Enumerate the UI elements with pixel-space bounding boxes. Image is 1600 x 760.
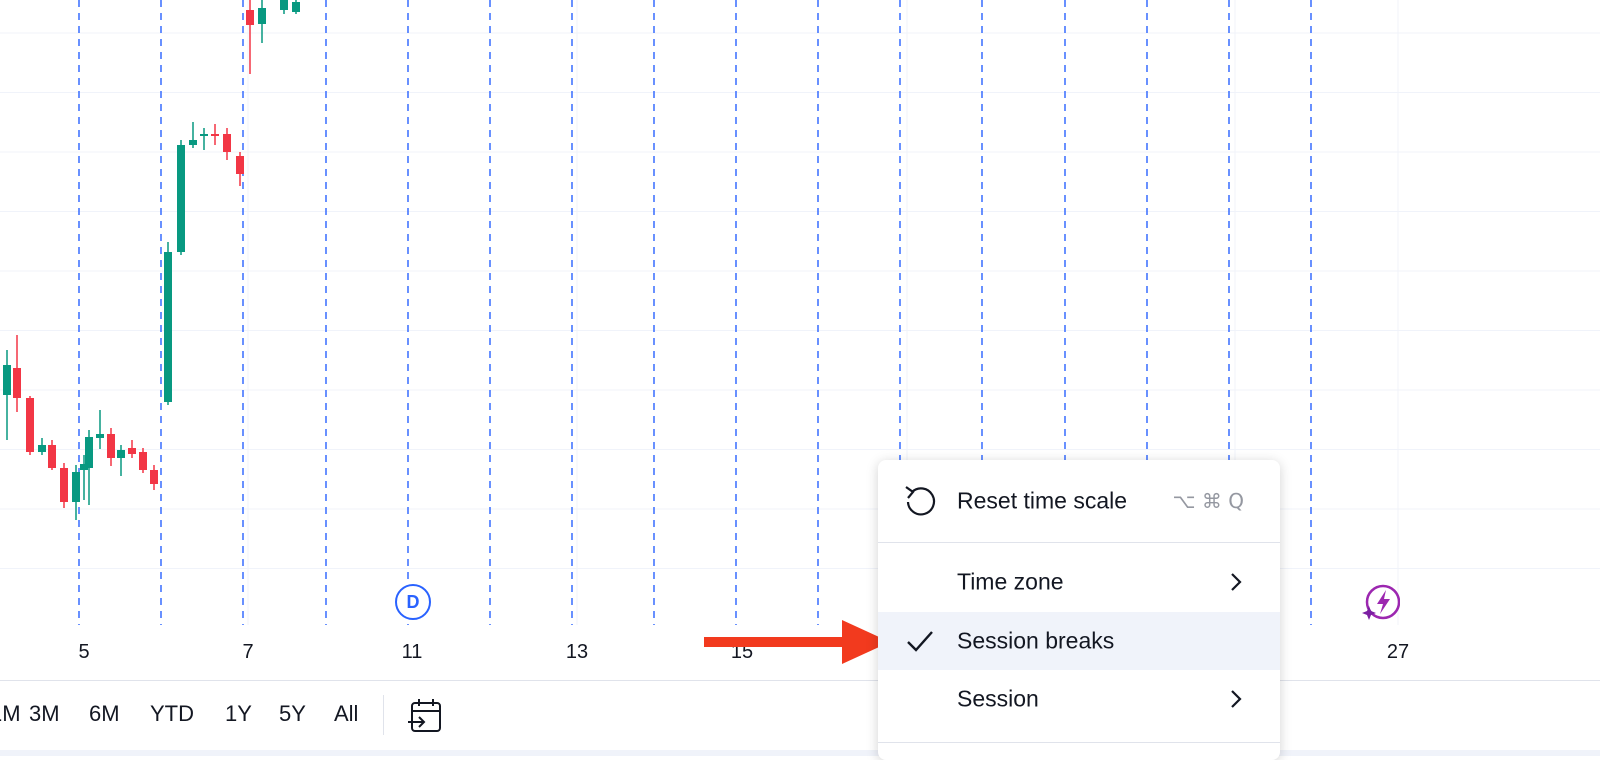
candle-body bbox=[117, 450, 125, 458]
candle-body bbox=[72, 472, 80, 502]
candle-body bbox=[38, 445, 46, 452]
dividend-badge-letter: D bbox=[406, 591, 420, 612]
chevron-right-icon bbox=[1231, 690, 1242, 708]
candle-body bbox=[292, 2, 300, 12]
range-all-button[interactable]: All bbox=[334, 701, 358, 727]
chart-grid bbox=[0, 0, 1600, 625]
range-1y-button[interactable]: 1Y bbox=[225, 701, 252, 727]
reset-icon bbox=[905, 486, 936, 516]
range-5y-button[interactable]: 5Y bbox=[279, 701, 306, 727]
candle-body bbox=[26, 398, 34, 452]
candle-body bbox=[96, 434, 104, 438]
candle-body bbox=[189, 140, 197, 145]
candle-body bbox=[48, 445, 56, 468]
x-tick-label: 5 bbox=[78, 641, 90, 663]
range-1m-button[interactable]: 1M bbox=[0, 701, 21, 727]
x-tick-label: 27 bbox=[1386, 641, 1410, 663]
annotation-arrow bbox=[704, 620, 890, 664]
menu-item-label: Time zone bbox=[957, 568, 1064, 595]
x-tick-label: 13 bbox=[565, 641, 589, 663]
menu-item-time-zone[interactable]: Time zone bbox=[878, 553, 1280, 611]
toolbar-divider bbox=[383, 695, 384, 735]
dividend-event-badge[interactable]: D bbox=[395, 584, 431, 620]
candle-body bbox=[236, 156, 244, 174]
calendar-goto-icon[interactable] bbox=[406, 696, 446, 736]
x-tick-label: 11 bbox=[401, 641, 423, 663]
x-tick-label: 7 bbox=[242, 641, 254, 663]
candle-body bbox=[200, 134, 208, 136]
candle-body bbox=[211, 134, 219, 136]
bottom-scroll-strip bbox=[0, 750, 1600, 756]
menu-item-session[interactable]: Session bbox=[878, 670, 1280, 728]
candle-body bbox=[150, 470, 158, 484]
range-3m-button[interactable]: 3M bbox=[29, 701, 60, 727]
candle-body bbox=[139, 452, 147, 470]
range-ytd-button[interactable]: YTD bbox=[150, 701, 194, 727]
checkmark-icon bbox=[907, 631, 933, 652]
candle-body bbox=[13, 368, 21, 398]
candle-body bbox=[107, 434, 115, 458]
candle-body bbox=[177, 145, 185, 252]
candlestick-series bbox=[3, 0, 300, 520]
candle-body bbox=[60, 468, 68, 502]
candle-body bbox=[164, 252, 172, 402]
candle-body bbox=[223, 134, 231, 152]
candle-body bbox=[85, 437, 93, 468]
candle-body bbox=[258, 8, 266, 24]
menu-item-label: Reset time scale bbox=[957, 487, 1128, 514]
time-scale-context-menu: Reset time scale ⌥ ⌘ Q Time zone Session… bbox=[878, 460, 1280, 760]
candle-body bbox=[3, 365, 11, 395]
menu-item-session-breaks[interactable]: Session breaks bbox=[878, 612, 1280, 670]
chevron-right-icon bbox=[1231, 573, 1242, 591]
menu-item-label: Session bbox=[957, 685, 1039, 712]
menu-divider bbox=[878, 542, 1280, 543]
range-6m-button[interactable]: 6M bbox=[89, 701, 120, 727]
candle-body bbox=[280, 0, 288, 10]
menu-divider bbox=[878, 742, 1280, 743]
candle-body bbox=[128, 448, 136, 454]
candle-body bbox=[246, 10, 254, 25]
price-chart[interactable] bbox=[0, 0, 1600, 680]
menu-item-label: Session breaks bbox=[957, 627, 1115, 654]
menu-item-reset-time-scale[interactable]: Reset time scale ⌥ ⌘ Q bbox=[878, 472, 1280, 530]
lightning-icon[interactable] bbox=[1362, 584, 1400, 622]
keyboard-shortcut: ⌥ ⌘ Q bbox=[1172, 489, 1244, 513]
